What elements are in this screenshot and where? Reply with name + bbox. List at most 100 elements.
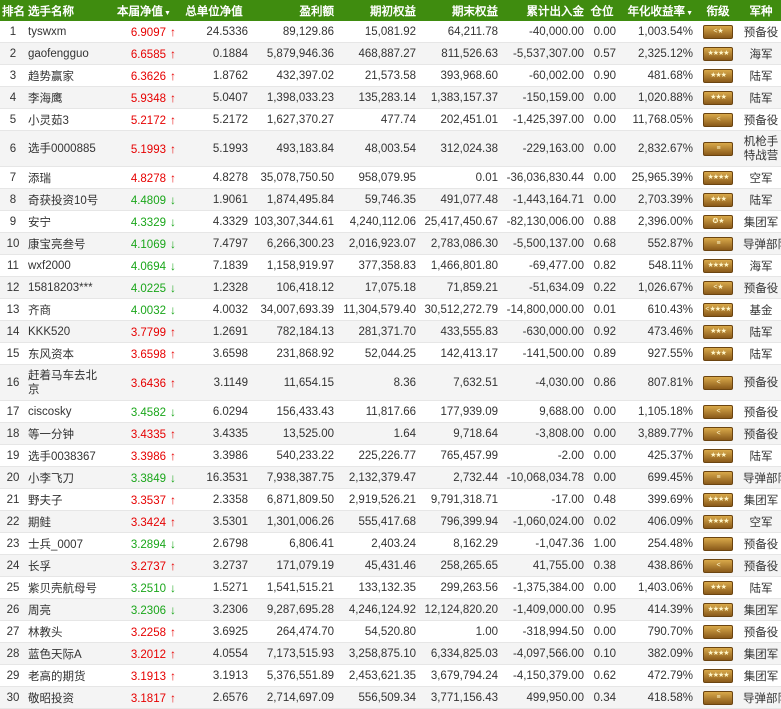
- military-rank-badge-icon: <: [703, 558, 733, 573]
- table-row[interactable]: 23 士兵_0007 3.2894 ↓ 2.6798 6,806.41 2,403.24 8,…: [0, 532, 781, 555]
- table-row[interactable]: 27 林教头 3.2258 ↑ 3.6925 264,474.70 54,520.80 1.0…: [0, 620, 781, 643]
- player-name-link[interactable]: wxf2000: [26, 254, 110, 277]
- header-final[interactable]: 期末权益: [418, 0, 500, 21]
- player-name-link[interactable]: 老高的期货: [26, 664, 110, 687]
- military-rank-cell: [695, 532, 741, 555]
- table-row[interactable]: 18 等一分钟 3.4335 ↑ 3.4335 13,525.00 1.64 9,718.64…: [0, 422, 781, 445]
- nav-cell: 4.0032 ↓: [110, 298, 178, 321]
- nav-value: 3.2510: [130, 582, 166, 595]
- player-name-link[interactable]: 添瑞: [26, 166, 110, 189]
- position-cell: 0.62: [586, 664, 618, 687]
- table-row[interactable]: 8 奇获投资10号 4.4809 ↓ 1.9061 1,874,495.84 59,746.…: [0, 188, 781, 211]
- player-name-link[interactable]: 李海鹰: [26, 86, 110, 109]
- nav-cell: 3.3424 ↑: [110, 510, 178, 533]
- military-rank-badge-icon: ★★★★: [703, 46, 733, 61]
- rank-cell: 28: [0, 642, 26, 665]
- military-rank-badge-icon: ★★★: [703, 448, 733, 463]
- table-row[interactable]: 20 小李飞刀 3.3849 ↓ 16.3531 7,938,387.75 2,132,37…: [0, 466, 781, 489]
- player-name-link[interactable]: 林教头: [26, 620, 110, 643]
- final-equity-cell: 2,732.44: [418, 466, 500, 489]
- table-row[interactable]: 16 赶着马车去北京 3.6436 ↑ 3.1149 11,654.15 8.36 7,632…: [0, 364, 781, 401]
- table-row[interactable]: 21 野夫子 3.3537 ↑ 2.3358 6,871,809.50 2,919,526.…: [0, 488, 781, 511]
- player-name-link[interactable]: 长孚: [26, 554, 110, 577]
- header-army[interactable]: 军种: [741, 0, 781, 21]
- total-nav-cell: 3.4335: [178, 422, 250, 445]
- header-position[interactable]: 仓位: [586, 0, 618, 21]
- player-name-link[interactable]: 东风资本: [26, 342, 110, 365]
- header-annual[interactable]: 年化收益率▼: [618, 0, 695, 21]
- table-row[interactable]: 5 小灵茹3 5.2172 ↑ 5.2172 1,627,370.27 477.74 202,…: [0, 108, 781, 131]
- player-name-link[interactable]: 安宁: [26, 210, 110, 233]
- table-row[interactable]: 3 趋势赢家 6.3626 ↑ 1.8762 432,397.02 21,573.58 393…: [0, 64, 781, 87]
- table-row[interactable]: 4 李海鹰 5.9348 ↑ 5.0407 1,398,033.23 135,283.14 1…: [0, 86, 781, 109]
- total-nav-cell: 24.5336: [178, 21, 250, 43]
- player-name-link[interactable]: 选手0038367: [26, 444, 110, 467]
- table-row[interactable]: 26 周亮 3.2306 ↓ 3.2306 9,287,695.28 4,246,124.9…: [0, 598, 781, 621]
- table-row[interactable]: 9 安宁 4.3329 ↓ 4.3329 103,307,344.61 4,240,112.…: [0, 210, 781, 233]
- initial-equity-cell: 2,453,621.35: [336, 664, 418, 687]
- annual-return-cell: 2,832.67%: [618, 130, 695, 167]
- table-row[interactable]: 6 选手0000885 5.1993 ↑ 5.1993 493,183.84 48,003.…: [0, 130, 781, 167]
- table-row[interactable]: 17 ciscosky 3.4582 ↓ 6.0294 156,433.43 11,817.…: [0, 400, 781, 423]
- table-row[interactable]: 28 蓝色天际A 3.2012 ↑ 4.0554 7,173,515.93 3,258,87…: [0, 642, 781, 665]
- table-row[interactable]: 11 wxf2000 4.0694 ↓ 7.1839 1,158,919.97 377,35…: [0, 254, 781, 277]
- header-nav[interactable]: 本届净值▼: [110, 0, 178, 21]
- table-row[interactable]: 13 齐商 4.0032 ↓ 4.0032 34,007,693.39 11,304,579…: [0, 298, 781, 321]
- profit-cell: 103,307,344.61: [250, 210, 336, 233]
- player-name-link[interactable]: 奇获投资10号: [26, 188, 110, 211]
- header-flow[interactable]: 累计出入金: [500, 0, 586, 21]
- table-row[interactable]: 10 康宝亮叁号 4.1069 ↓ 7.4797 6,266,300.23 2,016,92…: [0, 232, 781, 255]
- table-row[interactable]: 22 期鲑 3.3424 ↑ 3.5301 1,301,006.26 555,417.68 7…: [0, 510, 781, 533]
- player-name-link[interactable]: 赶着马车去北京: [26, 364, 110, 401]
- army-branch-cell: 集团军: [741, 598, 781, 621]
- nav-value: 3.1817: [130, 692, 166, 705]
- player-name-link[interactable]: tyswxm: [26, 21, 110, 43]
- table-row[interactable]: 14 KKK520 3.7799 ↑ 1.2691 782,184.13 281,371.7…: [0, 320, 781, 343]
- nav-cell: 6.9097 ↑: [110, 21, 178, 43]
- table-row[interactable]: 25 紫贝壳航母号 3.2510 ↓ 1.5271 1,541,515.21 133,132…: [0, 576, 781, 599]
- player-name-link[interactable]: 康宝亮叁号: [26, 232, 110, 255]
- header-name[interactable]: 选手名称: [26, 0, 110, 21]
- total-nav-cell: 3.1149: [178, 364, 250, 401]
- header-initial[interactable]: 期初权益: [336, 0, 418, 21]
- military-rank-cell: <: [695, 108, 741, 131]
- player-name-link[interactable]: 趋势赢家: [26, 64, 110, 87]
- player-name-link[interactable]: 等一分钟: [26, 422, 110, 445]
- player-name-link[interactable]: 齐商: [26, 298, 110, 321]
- nav-cell: 3.3537 ↑: [110, 488, 178, 511]
- player-name-link[interactable]: 士兵_0007: [26, 532, 110, 555]
- header-profit[interactable]: 盈利额: [250, 0, 336, 21]
- table-row[interactable]: 15 东风资本 3.6598 ↑ 3.6598 231,868.92 52,044.25 14…: [0, 342, 781, 365]
- nav-value: 6.9097: [130, 26, 166, 39]
- table-row[interactable]: 12 15818203*** 4.0225 ↓ 1.2328 106,418.12 17,0…: [0, 276, 781, 299]
- table-row[interactable]: 24 长孚 3.2737 ↑ 3.2737 171,079.19 45,431.46 258,…: [0, 554, 781, 577]
- table-row[interactable]: 2 gaofengguo 6.6585 ↑ 0.1884 5,879,946.36 468,…: [0, 42, 781, 65]
- arrow-down-icon: ↓: [170, 236, 176, 251]
- table-row[interactable]: 29 老高的期货 3.1913 ↑ 3.1913 5,376,551.89 2,453,62…: [0, 664, 781, 687]
- final-equity-cell: 64,211.78: [418, 21, 500, 43]
- player-name-link[interactable]: ciscosky: [26, 400, 110, 423]
- header-military[interactable]: 衔级: [695, 0, 741, 21]
- cumulative-flow-cell: -3,808.00: [500, 422, 586, 445]
- final-equity-cell: 25,417,450.67: [418, 210, 500, 233]
- header-total-nav[interactable]: 总单位净值: [178, 0, 250, 21]
- player-name-link[interactable]: 周亮: [26, 598, 110, 621]
- player-name-link[interactable]: 小灵茹3: [26, 108, 110, 131]
- table-row[interactable]: 19 选手0038367 3.3986 ↑ 3.3986 540,233.22 225,22…: [0, 444, 781, 467]
- player-name-link[interactable]: 敬昭投资: [26, 686, 110, 709]
- player-name-link[interactable]: 紫贝壳航母号: [26, 576, 110, 599]
- header-rank[interactable]: 排名: [0, 0, 26, 21]
- player-name-link[interactable]: 野夫子: [26, 488, 110, 511]
- player-name-link[interactable]: 15818203***: [26, 276, 110, 299]
- player-name-link[interactable]: 小李飞刀: [26, 466, 110, 489]
- player-name-link[interactable]: 蓝色天际A: [26, 642, 110, 665]
- table-row[interactable]: 30 敬昭投资 3.1817 ↑ 2.6576 2,714,697.09 556,509.3…: [0, 686, 781, 709]
- player-name-link[interactable]: 选手0000885: [26, 130, 110, 167]
- nav-cell: 3.6436 ↑: [110, 364, 178, 401]
- table-row[interactable]: 7 添瑞 4.8278 ↑ 4.8278 35,078,750.50 958,079.95 0…: [0, 166, 781, 189]
- player-name-link[interactable]: KKK520: [26, 320, 110, 343]
- table-row[interactable]: 1 tyswxm 6.9097 ↑ 24.5336 89,129.86 15,081.92 6…: [0, 21, 781, 43]
- player-name-link[interactable]: gaofengguo: [26, 42, 110, 65]
- player-name-link[interactable]: 期鲑: [26, 510, 110, 533]
- position-cell: 0.00: [586, 444, 618, 467]
